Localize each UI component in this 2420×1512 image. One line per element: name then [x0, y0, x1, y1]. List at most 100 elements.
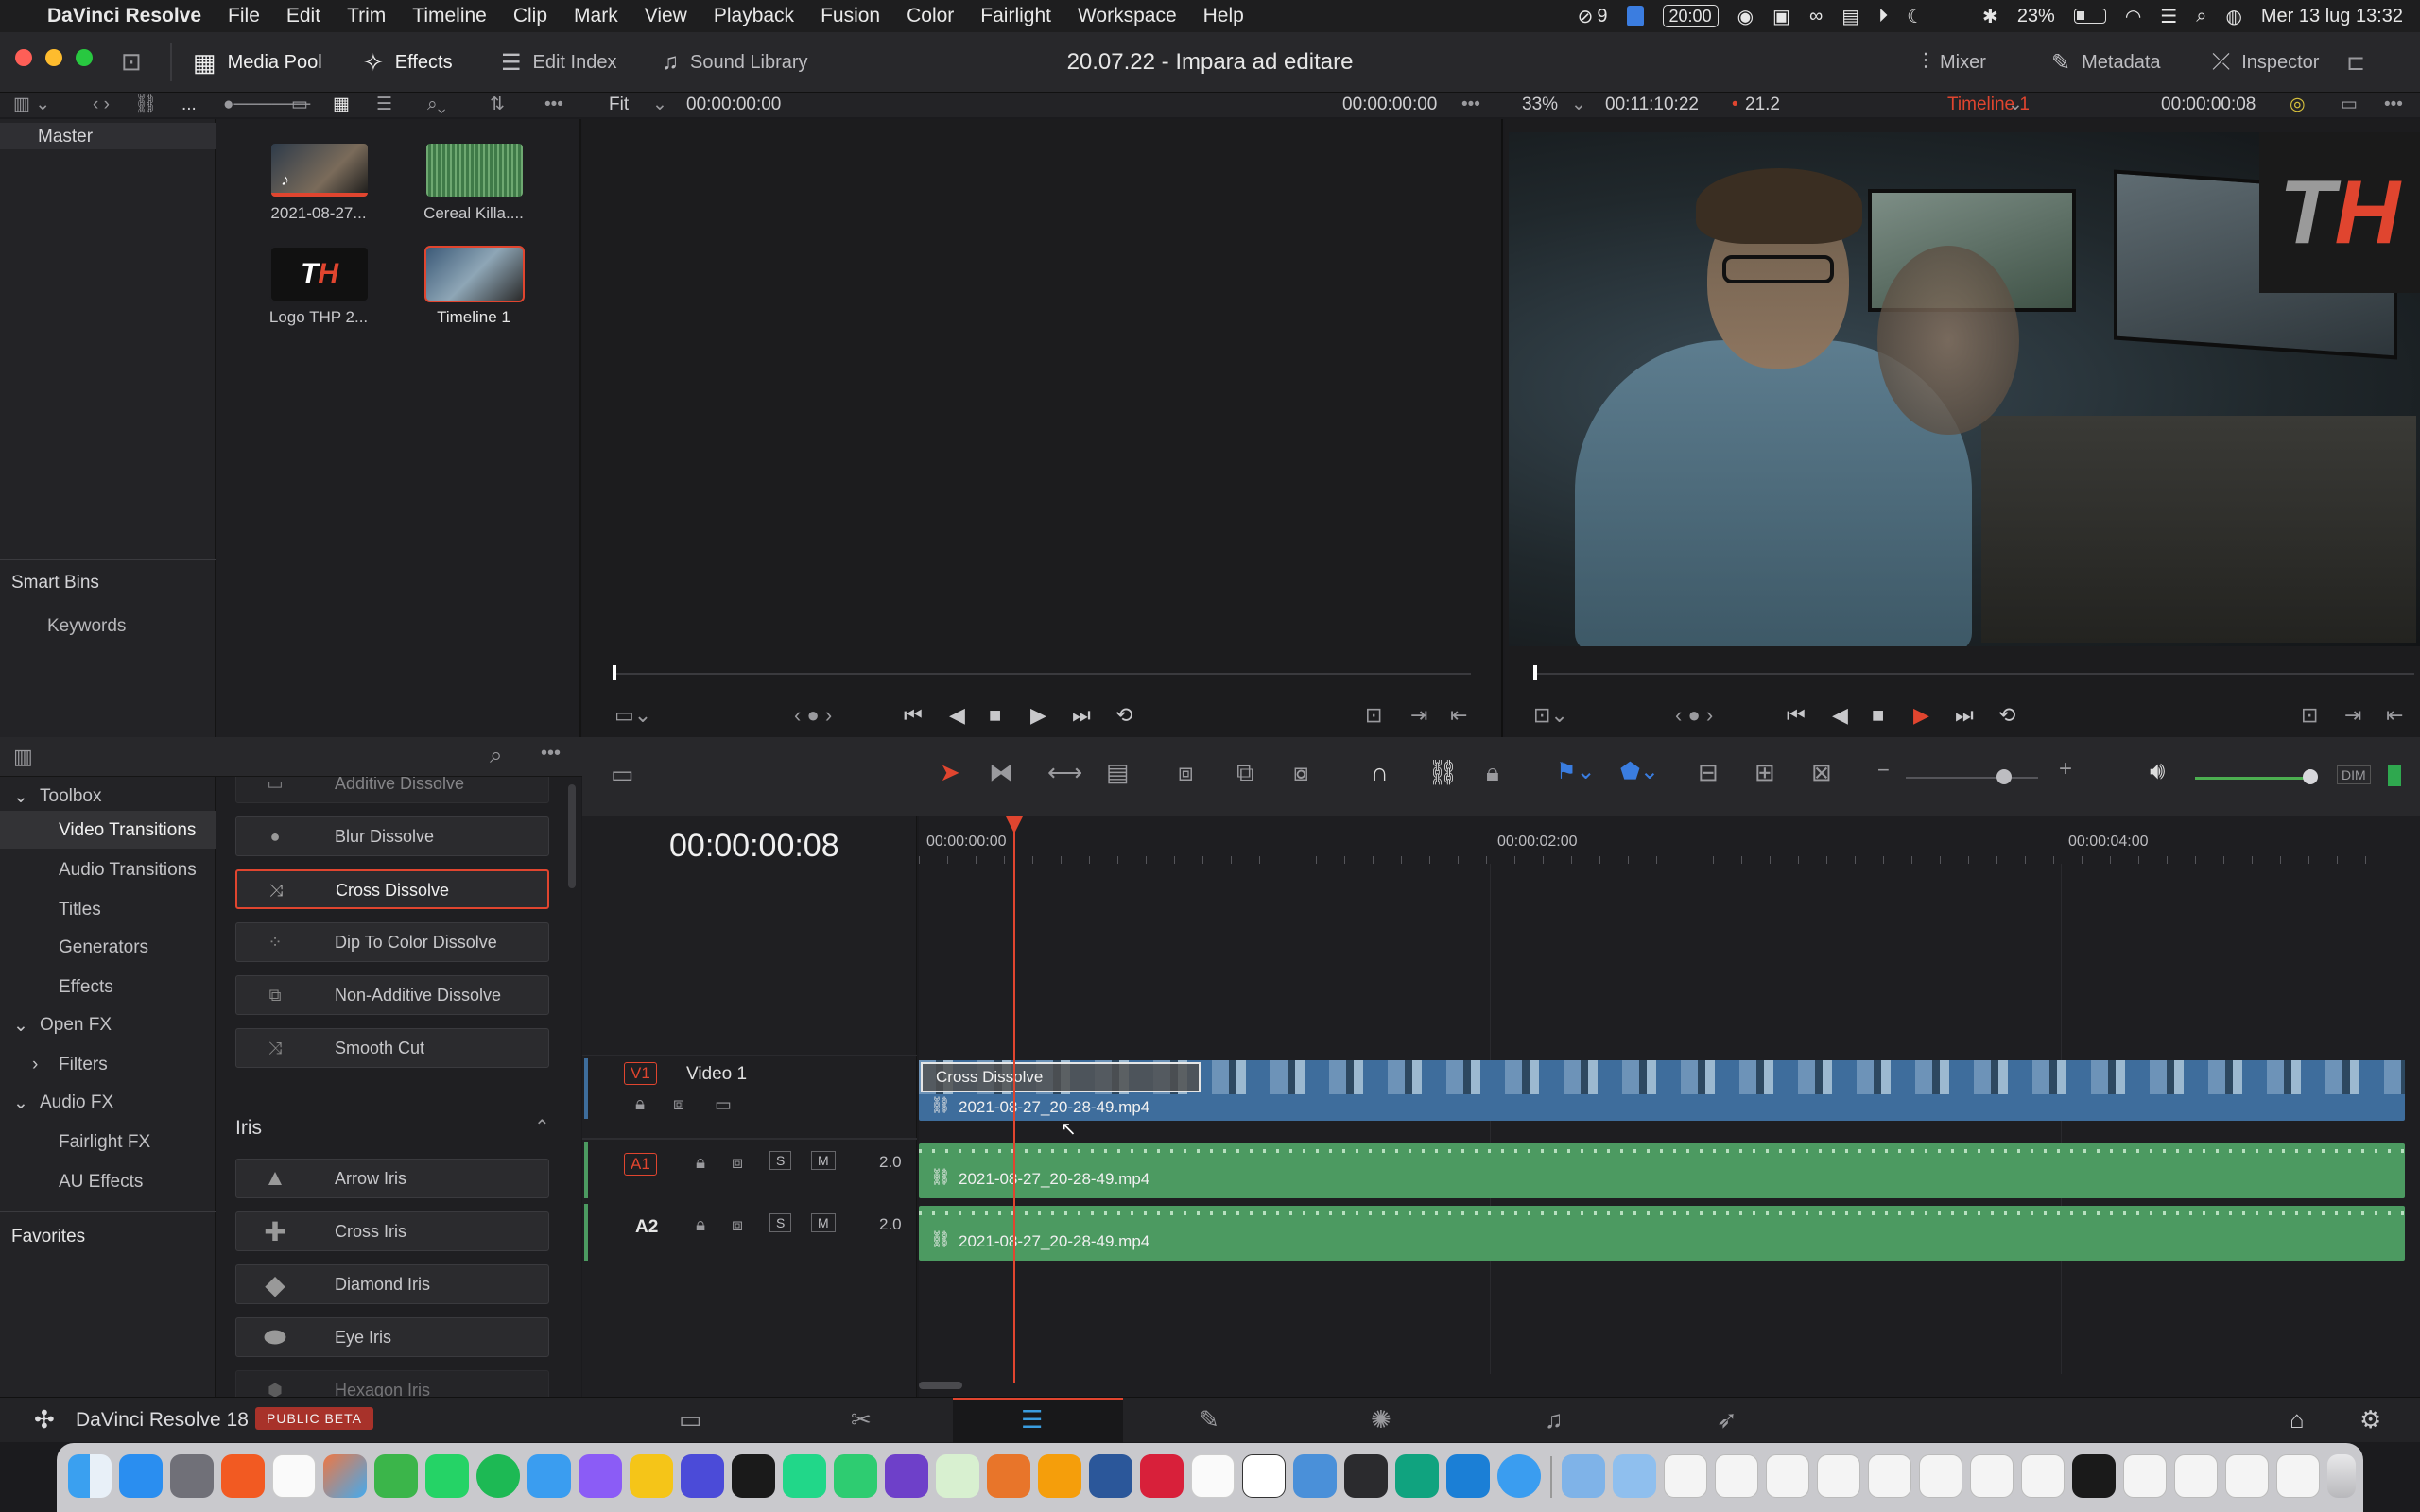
fx-cross-iris[interactable]: ✚ Cross Iris	[235, 1211, 549, 1251]
play-circle-icon[interactable]: ⏵	[1878, 6, 1888, 27]
sync-dock-icon[interactable]	[374, 1454, 418, 1498]
idea-dock-icon[interactable]	[630, 1454, 673, 1498]
fx-smooth-cut[interactable]: ⤨ Smooth Cut	[235, 1028, 549, 1068]
tools-dock-icon[interactable]	[1293, 1454, 1337, 1498]
auto-select-icon[interactable]: ⧈	[673, 1094, 684, 1115]
finder-dock-icon[interactable]	[68, 1454, 112, 1498]
zoom-custom-icon[interactable]: ⊠	[1811, 758, 1832, 787]
vscode-dock-icon[interactable]	[1446, 1454, 1490, 1498]
glasses-icon[interactable]: ∞	[1809, 6, 1823, 27]
color-page-icon[interactable]: ✺	[1371, 1405, 1392, 1435]
downloads-dock-icon[interactable]	[1562, 1454, 1605, 1498]
disc-icon[interactable]: ◉	[1737, 5, 1754, 28]
search-icon[interactable]: ⌕	[2196, 6, 2206, 27]
menu-file[interactable]: File	[215, 5, 273, 27]
chevron-down-icon[interactable]: ⌄	[652, 93, 667, 117]
skip-start-icon[interactable]: ⏮	[904, 703, 923, 728]
recent-doc-dock-icon[interactable]	[1970, 1454, 2014, 1498]
collapse-panel-icon[interactable]: ⊏	[2346, 49, 2365, 77]
auto-select-icon[interactable]: ⧈	[732, 1153, 743, 1174]
tree-toolbox[interactable]: Toolbox	[40, 786, 102, 807]
overwrite-clip-icon[interactable]: ⧉	[1236, 758, 1254, 788]
search-icon[interactable]: ⌕⌄	[427, 93, 446, 117]
datetime[interactable]: Mer 13 lug 13:32	[2261, 6, 2403, 27]
play-icon[interactable]: ▶	[1913, 703, 1929, 728]
program-zoom-select[interactable]: 33%	[1522, 93, 1558, 117]
more-dots[interactable]: ...	[182, 93, 197, 117]
finder-status-icon[interactable]	[1626, 6, 1644, 26]
menu-timeline[interactable]: Timeline	[399, 5, 500, 27]
clock-box[interactable]: 20:00	[1662, 5, 1719, 27]
fx-dip-to-color-dissolve[interactable]: ⁘ Dip To Color Dissolve	[235, 922, 549, 962]
skip-start-icon[interactable]: ⏮	[1787, 703, 1806, 728]
recent-doc-dock-icon[interactable]	[2072, 1454, 2116, 1498]
recent-doc-dock-icon[interactable]	[2174, 1454, 2218, 1498]
settings-dock-icon[interactable]	[170, 1454, 214, 1498]
close-window-button[interactable]	[15, 49, 32, 66]
matlab-dock-icon[interactable]	[987, 1454, 1030, 1498]
qc-dock-icon[interactable]	[834, 1454, 877, 1498]
books-dock-icon[interactable]	[1140, 1454, 1184, 1498]
app-store-dock-icon[interactable]	[119, 1454, 163, 1498]
options-icon[interactable]: •••	[544, 93, 563, 117]
loop-icon[interactable]: ⟲	[1998, 703, 2015, 728]
menu-playback[interactable]: Playback	[700, 5, 807, 27]
a1-solo-button[interactable]: S	[769, 1151, 792, 1170]
tree-audio-fx[interactable]: Audio FX	[40, 1092, 113, 1113]
more-options-icon[interactable]: •••	[2384, 93, 2403, 117]
focus-status[interactable]: ⊘ 9	[1578, 5, 1608, 28]
media-pool-button[interactable]: ▦ Media Pool	[193, 32, 322, 93]
color-wheel-icon[interactable]: ◎	[2290, 93, 2306, 117]
play-icon[interactable]: ▶	[1030, 703, 1046, 728]
recent-doc-dock-icon[interactable]	[1919, 1454, 1962, 1498]
a2-mute-button[interactable]: M	[811, 1213, 836, 1232]
mark-in-icon[interactable]: ⇥	[1410, 703, 1427, 728]
mark-out-icon[interactable]: ⇤	[2386, 703, 2403, 728]
skip-end-icon[interactable]: ⏭	[1072, 703, 1091, 728]
stop-icon[interactable]: ■	[1872, 703, 1884, 728]
fairlight-page-icon[interactable]: ♫	[1545, 1405, 1564, 1435]
menu-help[interactable]: Help	[1190, 5, 1257, 27]
effects-sidebar-toggle-icon[interactable]: ▥	[13, 745, 33, 769]
control-center-icon[interactable]: ☰	[2160, 5, 2177, 28]
scanner-dock-icon[interactable]	[681, 1454, 724, 1498]
trash-dock-icon[interactable]	[2327, 1454, 2356, 1498]
list-view-icon[interactable]: ☰	[376, 93, 392, 117]
whatsapp-dock-icon[interactable]	[425, 1454, 469, 1498]
siri-icon[interactable]: ◍	[2225, 5, 2241, 28]
dynamic-trim-icon[interactable]: ⟷	[1047, 758, 1082, 787]
chevron-right-icon[interactable]: ›	[32, 1055, 38, 1075]
cross-dissolve-transition[interactable]: Cross Dissolve	[921, 1062, 1201, 1092]
audio-clip-thumbnail[interactable]	[424, 142, 525, 198]
speaker-icon[interactable]: 🔊︎	[2150, 756, 2165, 786]
menu-workspace[interactable]: Workspace	[1064, 5, 1190, 27]
chevron-up-icon[interactable]: ⌃	[534, 1115, 550, 1139]
metadata-button[interactable]: ✎ Metadata	[2051, 32, 2161, 93]
zoom-full-icon[interactable]: ⊟	[1698, 758, 1719, 787]
keywords-bin[interactable]: Keywords	[47, 616, 126, 637]
tree-titles[interactable]: Titles	[59, 900, 101, 920]
logo-thumbnail[interactable]: TH	[269, 246, 370, 302]
home-icon[interactable]: ⌂	[2290, 1405, 2305, 1435]
match-frame-icon[interactable]: ⊡	[2301, 703, 2318, 728]
drawing-dock-icon[interactable]	[1038, 1454, 1081, 1498]
menu-trim[interactable]: Trim	[334, 5, 399, 27]
position-lock-icon[interactable]: 🔒︎	[1486, 758, 1499, 788]
audio-clip-a1[interactable]: ⛓ 2021-08-27_20-28-49.mp4	[919, 1143, 2405, 1198]
zoom-window-button[interactable]	[76, 49, 93, 66]
auto-select-icon[interactable]: ⧈	[732, 1215, 743, 1236]
menu-app-name[interactable]: DaVinci Resolve	[40, 5, 215, 27]
source-options-icon[interactable]: •••	[1461, 93, 1480, 117]
dim-button[interactable]: DIM	[2337, 765, 2371, 784]
menu-edit[interactable]: Edit	[273, 5, 334, 27]
video-clip[interactable]: Cross Dissolve ⛓ 2021-08-27_20-28-49.mp4	[919, 1060, 2405, 1121]
recent-doc-dock-icon[interactable]	[1766, 1454, 1809, 1498]
safari-dock-icon[interactable]	[1497, 1454, 1541, 1498]
wifi-icon[interactable]: ◠	[2125, 5, 2141, 28]
recent-doc-dock-icon[interactable]	[1664, 1454, 1707, 1498]
sort-icon[interactable]: ⇅	[490, 93, 505, 117]
program-playhead-marker[interactable]	[1533, 665, 1537, 680]
insert-clip-icon[interactable]: ⧈	[1178, 758, 1194, 788]
options-icon[interactable]: •••	[541, 743, 561, 765]
snapping-icon[interactable]: ∩	[1371, 758, 1389, 787]
